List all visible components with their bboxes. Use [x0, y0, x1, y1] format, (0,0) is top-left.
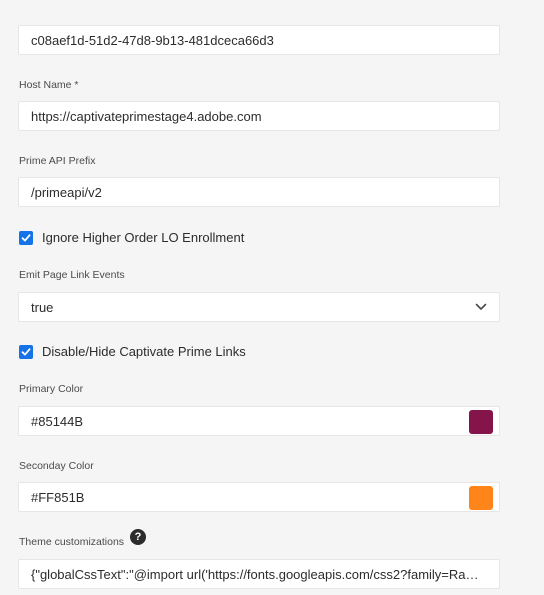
disable-links-label: Disable/Hide Captivate Prime Links: [42, 344, 246, 359]
question-circle-icon[interactable]: ?: [130, 529, 147, 545]
host-name-value: https://captivateprimestage4.adobe.com: [31, 108, 262, 124]
api-prefix-value: /primeapi/v2: [31, 184, 102, 200]
theme-input[interactable]: {"globalCssText":"@import url('https://f…: [18, 559, 500, 589]
secondary-color-value: #FF851B: [31, 489, 85, 505]
secondary-color-label: Seconday Color: [19, 460, 94, 472]
disable-links-row[interactable]: Disable/Hide Captivate Prime Links: [19, 344, 246, 359]
ignore-lo-checkbox[interactable]: [19, 230, 33, 245]
disable-links-checkbox[interactable]: [19, 344, 33, 359]
ignore-lo-row[interactable]: Ignore Higher Order LO Enrollment: [19, 230, 244, 245]
secondary-color-input[interactable]: #FF851B: [18, 482, 500, 512]
theme-value: {"globalCssText":"@import url('https://f…: [31, 566, 487, 582]
client-id-input[interactable]: c08aef1d-51d2-47d8-9b13-481dceca66d3: [18, 25, 500, 55]
host-name-input[interactable]: https://captivateprimestage4.adobe.com: [18, 101, 500, 131]
settings-form: c08aef1d-51d2-47d8-9b13-481dceca66d3 Hos…: [0, 0, 544, 595]
checkmark-icon: [21, 347, 31, 355]
chevron-down-icon: [475, 303, 487, 310]
emit-events-value: true: [31, 299, 54, 315]
theme-label: Theme customizations: [19, 536, 125, 548]
emit-events-select[interactable]: true: [18, 292, 500, 322]
api-prefix-label: Prime API Prefix: [19, 155, 96, 167]
secondary-color-swatch[interactable]: [469, 486, 493, 510]
client-id-value: c08aef1d-51d2-47d8-9b13-481dceca66d3: [31, 32, 274, 48]
primary-color-label: Primary Color: [19, 383, 84, 395]
checkmark-icon: [21, 233, 31, 241]
primary-color-swatch[interactable]: [469, 410, 493, 434]
primary-color-input[interactable]: #85144B: [18, 406, 500, 436]
host-name-label: Host Name *: [19, 79, 79, 91]
api-prefix-input[interactable]: /primeapi/v2: [18, 177, 500, 207]
theme-label-row: Theme customizations ?: [19, 529, 147, 550]
ignore-lo-label: Ignore Higher Order LO Enrollment: [42, 230, 245, 245]
emit-events-label: Emit Page Link Events: [19, 269, 125, 281]
primary-color-value: #85144B: [31, 413, 84, 429]
